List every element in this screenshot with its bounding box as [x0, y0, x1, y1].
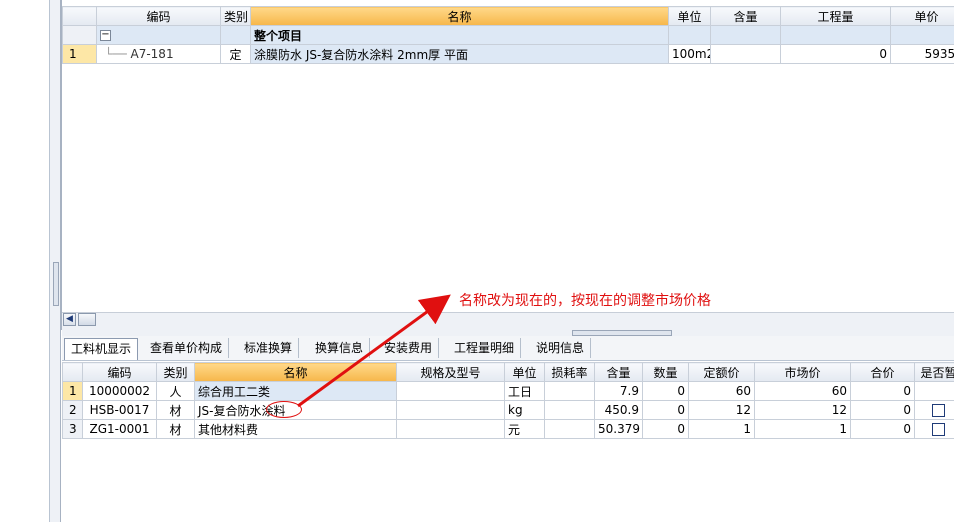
- annotation-arrow-line: [297, 294, 451, 408]
- annotation-arrow: [297, 294, 451, 408]
